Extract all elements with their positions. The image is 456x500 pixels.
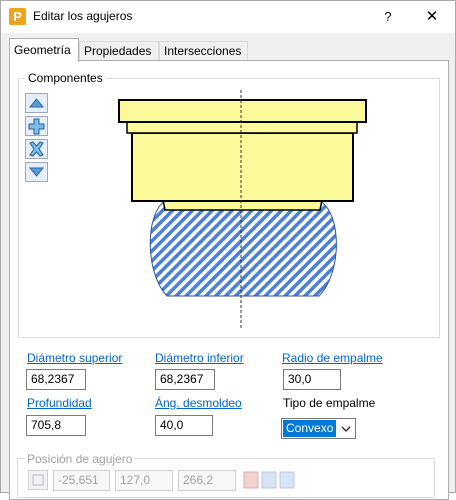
radio-empalme-input[interactable]: 30,0 (283, 369, 341, 390)
tipo-empalme-value: Convexo (283, 420, 337, 437)
chevron-down-icon (341, 423, 351, 437)
tab-propiedades[interactable]: Propiedades (79, 41, 159, 60)
posicion-y-input[interactable]: 127,0 (115, 470, 173, 491)
tipo-empalme-select[interactable]: Convexo (281, 418, 356, 439)
position-picker-icon (28, 470, 48, 493)
ang-desmoldeo-label[interactable]: Áng. desmoldeo (155, 396, 242, 410)
body-shape (131, 132, 354, 202)
tipo-empalme-label: Tipo de empalme (283, 396, 376, 410)
add-icon (25, 116, 48, 136)
profundidad-input[interactable]: 705,8 (26, 415, 86, 436)
move-down-button[interactable] (25, 162, 48, 182)
diametro-superior-input[interactable]: 68,2367 (26, 369, 86, 390)
tab-geometria[interactable]: Geometría (9, 38, 79, 62)
close-button[interactable]: ✕ (417, 5, 447, 29)
diametro-superior-label[interactable]: Diámetro superior (27, 351, 122, 365)
profundidad-label[interactable]: Profundidad (27, 396, 92, 410)
hatched-region (149, 200, 337, 297)
remove-icon (25, 139, 48, 159)
top-cap-shape (118, 99, 367, 123)
move-down-icon (25, 162, 48, 182)
add-component-button[interactable] (25, 116, 48, 136)
title-bar: P Editar los agujeros ? ✕ (1, 1, 455, 33)
help-button[interactable]: ? (375, 5, 401, 29)
position-options-icon (243, 470, 295, 493)
posicion-x-input[interactable]: -25,651 (53, 470, 110, 491)
hole-preview (118, 90, 367, 328)
radio-empalme-label[interactable]: Radio de empalme (282, 351, 383, 365)
app-icon: P (9, 8, 26, 25)
move-up-icon (25, 93, 48, 113)
ang-desmoldeo-input[interactable]: 40,0 (155, 415, 213, 436)
componentes-title: Componentes (25, 71, 106, 85)
tab-intersecciones[interactable]: Intersecciones (159, 41, 248, 60)
diametro-inferior-label[interactable]: Diámetro inferior (155, 351, 244, 365)
move-up-button[interactable] (25, 93, 48, 113)
posicion-z-input[interactable]: 266,2 (178, 470, 236, 491)
remove-component-button[interactable] (25, 139, 48, 159)
diametro-inferior-input[interactable]: 68,2367 (155, 369, 215, 390)
posicion-title: Posición de agujero (25, 452, 135, 466)
window-title: Editar los agujeros (33, 9, 133, 23)
step-shape (126, 121, 358, 134)
